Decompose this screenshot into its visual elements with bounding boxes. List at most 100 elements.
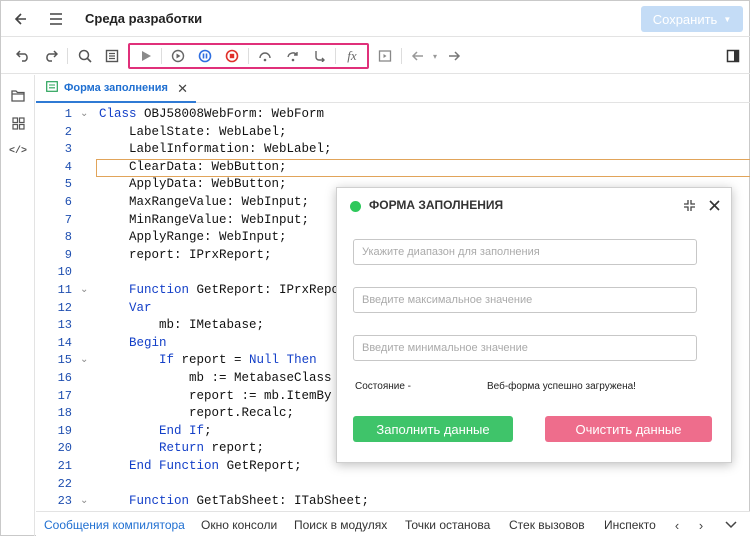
code-text: Class OBJ58008WebForm: WebForm xyxy=(99,107,325,121)
bottom-tab[interactable]: Окно консоли xyxy=(201,512,277,536)
toolbar-divider xyxy=(67,48,68,64)
fold-toggle-icon[interactable]: ⌄ xyxy=(80,106,88,124)
code-line[interactable]: 3 LabelInformation: WebLabel; xyxy=(36,141,750,159)
code-text: ClearData: WebButton; xyxy=(99,159,287,174)
step-out-icon[interactable] xyxy=(310,46,330,66)
toolbar: fx ▾ xyxy=(1,38,750,74)
code-text: Function GetReport: IPrxRepo xyxy=(129,283,340,297)
close-dialog-icon[interactable] xyxy=(705,196,723,214)
menu-icon[interactable] xyxy=(46,9,66,29)
collapse-panel-icon[interactable] xyxy=(722,516,740,534)
bottom-tab[interactable]: Стек вызовов xyxy=(509,512,585,536)
tab-form[interactable]: Форма заполнения ✕ xyxy=(36,75,196,103)
line-number: 1 xyxy=(64,107,72,121)
line-number: 19 xyxy=(57,423,72,438)
stop-icon[interactable] xyxy=(222,46,242,66)
code-text: End If; xyxy=(159,423,212,438)
code-line[interactable]: 22 xyxy=(36,476,750,494)
line-number: 14 xyxy=(57,335,72,350)
navigate-forward-icon[interactable] xyxy=(444,46,464,66)
search-icon[interactable] xyxy=(75,46,95,66)
code-text: mb: IMetabase; xyxy=(99,318,265,333)
run-circle-icon[interactable] xyxy=(168,46,188,66)
bottom-tab[interactable]: Точки останова xyxy=(405,512,490,536)
line-number: 20 xyxy=(57,441,72,456)
line-number: 3 xyxy=(64,142,72,157)
code-text: ApplyRange: WebInput; xyxy=(99,230,287,245)
close-tab-icon[interactable]: ✕ xyxy=(177,81,188,97)
line-number: 10 xyxy=(57,265,72,280)
code-text: Var xyxy=(129,300,152,315)
pause-icon[interactable] xyxy=(195,46,215,66)
code-text: End Function GetReport; xyxy=(129,459,302,473)
status-dot xyxy=(350,201,361,212)
range-input[interactable]: Укажите диапазон для заполнения xyxy=(353,239,697,265)
state-label: Состояние - xyxy=(355,381,412,392)
back-arrow-icon[interactable] xyxy=(11,9,31,29)
code-text: MaxRangeValue: WebInput; xyxy=(99,195,310,209)
code-view-icon[interactable]: </> xyxy=(8,141,28,161)
clear-data-button[interactable]: Очистить данные xyxy=(545,416,712,442)
toolbar-divider xyxy=(248,48,249,64)
code-line[interactable]: 4 ClearData: WebButton; xyxy=(36,159,750,177)
object-inspector-icon[interactable] xyxy=(102,46,122,66)
code-line[interactable]: 23 ⌄ Function GetTabSheet: ITabSheet; xyxy=(36,493,750,509)
code-text: If report = Null Then xyxy=(159,353,317,368)
scroll-tabs-left-icon[interactable]: ‹ xyxy=(668,516,686,534)
code-text: Function GetTabSheet: ITabSheet; xyxy=(129,494,370,509)
bottom-tab[interactable]: Инспекто xyxy=(604,512,656,536)
step-into-icon[interactable] xyxy=(255,46,275,66)
bottom-tab[interactable]: Сообщения компилятора xyxy=(44,512,185,536)
components-grid-icon[interactable] xyxy=(8,113,28,133)
line-number: 4 xyxy=(64,159,72,174)
fold-toggle-icon[interactable]: ⌄ xyxy=(80,352,88,370)
bottom-tab[interactable]: Поиск в модулях xyxy=(294,512,387,536)
line-number: 23 xyxy=(57,494,72,509)
code-text: MinRangeValue: WebInput; xyxy=(99,212,310,227)
fill-form-dialog: ФОРМА ЗАПОЛНЕНИЯ Укажите диапазон для за… xyxy=(336,187,732,463)
line-number: 15 xyxy=(57,353,72,368)
navigate-dropdown-icon[interactable]: ▾ xyxy=(425,46,445,66)
preview-icon[interactable] xyxy=(375,46,395,66)
dialog-title: ФОРМА ЗАПОЛНЕНИЯ xyxy=(369,198,504,212)
page-title: Среда разработки xyxy=(85,11,203,26)
line-number: 17 xyxy=(57,388,72,403)
redo-icon[interactable] xyxy=(41,46,61,66)
line-number: 11 xyxy=(57,283,72,297)
fold-toggle-icon[interactable]: ⌄ xyxy=(80,493,88,509)
bottom-panel-tabs: ‹ › Сообщения компилятора Окно консоли Пои… xyxy=(36,511,750,536)
line-number: 8 xyxy=(64,230,72,245)
code-text: LabelInformation: WebLabel; xyxy=(99,142,332,157)
form-icon xyxy=(46,81,58,95)
code-text: Return report; xyxy=(159,441,265,456)
min-value-input[interactable]: Введите минимальное значение xyxy=(353,335,697,361)
undo-icon[interactable] xyxy=(13,46,33,66)
max-value-input[interactable]: Введите максимальное значение xyxy=(353,287,697,313)
code-text: LabelState: WebLabel; xyxy=(99,124,287,139)
line-number: 16 xyxy=(57,371,72,385)
collapse-dialog-icon[interactable] xyxy=(680,196,698,214)
code-line[interactable]: 1 ⌄ Class OBJ58008WebForm: WebForm xyxy=(36,106,750,124)
line-number: 9 xyxy=(64,247,72,262)
code-line[interactable]: 2 LabelState: WebLabel; xyxy=(36,124,750,142)
function-fx-icon[interactable]: fx xyxy=(342,46,362,66)
step-over-icon[interactable] xyxy=(283,46,303,66)
scroll-tabs-right-icon[interactable]: › xyxy=(692,516,710,534)
info-label: Веб-форма успешно загружена! xyxy=(487,381,636,392)
app-header: Среда разработки Сохранить ▼ xyxy=(1,1,750,37)
line-number: 7 xyxy=(64,212,72,227)
code-text: report := mb.ItemBy xyxy=(99,388,332,403)
code-text: report.Recalc; xyxy=(99,406,295,421)
fill-data-button[interactable]: Заполнить данные xyxy=(353,416,513,442)
run-icon[interactable] xyxy=(136,46,156,66)
save-button-label: Сохранить xyxy=(652,11,718,27)
panel-toggle-icon[interactable] xyxy=(723,46,743,66)
toolbar-divider xyxy=(161,48,162,64)
tab-form-label: Форма заполнения xyxy=(64,82,168,94)
line-number: 2 xyxy=(64,124,72,139)
save-button[interactable]: Сохранить ▼ xyxy=(641,6,743,32)
caret-down-icon[interactable]: ▼ xyxy=(723,15,731,24)
folder-icon[interactable] xyxy=(8,85,28,105)
fold-toggle-icon[interactable]: ⌄ xyxy=(80,282,88,300)
line-number: 13 xyxy=(57,318,72,333)
